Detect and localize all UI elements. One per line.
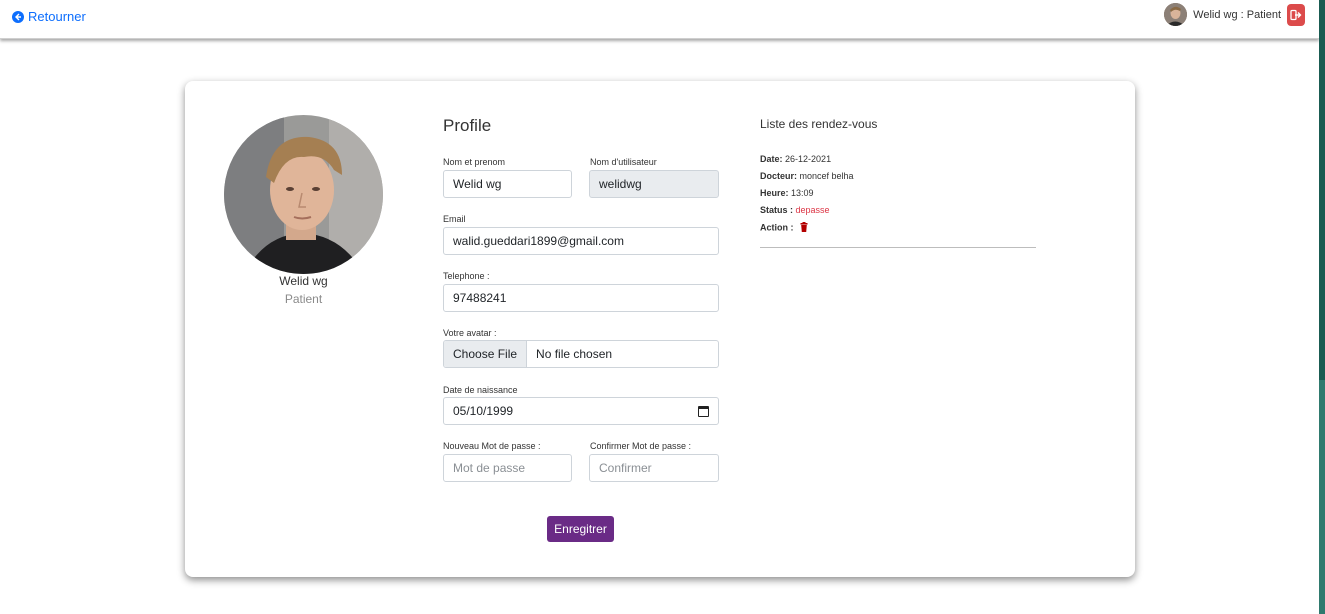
birthdate-input[interactable]: 05/10/1999 [443,397,719,425]
back-link[interactable]: Retourner [12,9,86,24]
trash-icon[interactable] [800,222,808,234]
confirm-password-input[interactable]: Confirmer [589,454,719,482]
appointment-action: Action : [760,222,808,234]
appointment-time: Heure: 13:09 [760,188,814,198]
doctor-label: Docteur: [760,171,798,181]
status-label: Status : [760,205,794,215]
date-value: 26-12-2021 [785,154,832,164]
avatar-label: Votre avatar : [443,328,497,338]
birthdate-label: Date de naissance [443,385,518,395]
confirm-password-label: Confirmer Mot de passe : [590,441,692,451]
email-label: Email [443,214,466,224]
action-label: Action : [760,222,794,233]
appointment-date: Date: 26-12-2021 [760,154,831,164]
new-password-input[interactable]: Mot de passe [443,454,572,482]
appointment-divider [760,247,1036,248]
profile-avatar [224,115,383,274]
time-label: Heure: [760,188,789,198]
profile-name: Welid wg [279,274,328,288]
user-menu: Welid wg : Patient [1164,3,1305,26]
back-label: Retourner [28,9,86,24]
phone-label: Telephone : [443,271,490,281]
appointments-title: Liste des rendez-vous [760,117,878,131]
profile-role: Patient [284,292,323,306]
avatar-file-input[interactable]: Choose File No file chosen [443,340,719,368]
top-navbar: Retourner Welid wg : Patient [0,0,1319,39]
birthdate-value: 05/10/1999 [453,404,514,418]
username-input[interactable]: welidwg [589,170,719,198]
form-title: Profile [443,116,492,135]
status-value: depasse [795,205,830,215]
phone-input[interactable]: 97488241 [443,284,719,312]
username-label: Nom d'utilisateur [590,157,657,167]
date-label: Date: [760,154,783,164]
sign-out-icon [1290,9,1302,20]
save-button[interactable]: Enregitrer [547,516,614,542]
fullname-input[interactable]: Welid wg [443,170,572,198]
email-input[interactable]: walid.gueddari1899@gmail.com [443,227,719,255]
scrollbar-thumb[interactable] [1319,0,1325,380]
profile-card: Welid wg Patient Profile Nom et prenom W… [185,81,1135,577]
doctor-value: moncef belha [799,171,854,181]
time-value: 13:09 [791,188,814,198]
new-password-label: Nouveau Mot de passe : [443,441,541,451]
user-label: Welid wg : Patient [1193,8,1281,21]
arrow-circle-left-icon [12,10,24,23]
appointment-doctor: Docteur: moncef belha [760,171,854,181]
choose-file-button[interactable]: Choose File [444,341,528,367]
calendar-icon[interactable] [698,406,709,417]
file-status: No file chosen [536,347,613,361]
logout-button[interactable] [1287,3,1305,26]
user-avatar[interactable] [1164,3,1188,26]
fullname-label: Nom et prenom [443,157,506,167]
appointment-status: Status : depasse [760,205,830,215]
